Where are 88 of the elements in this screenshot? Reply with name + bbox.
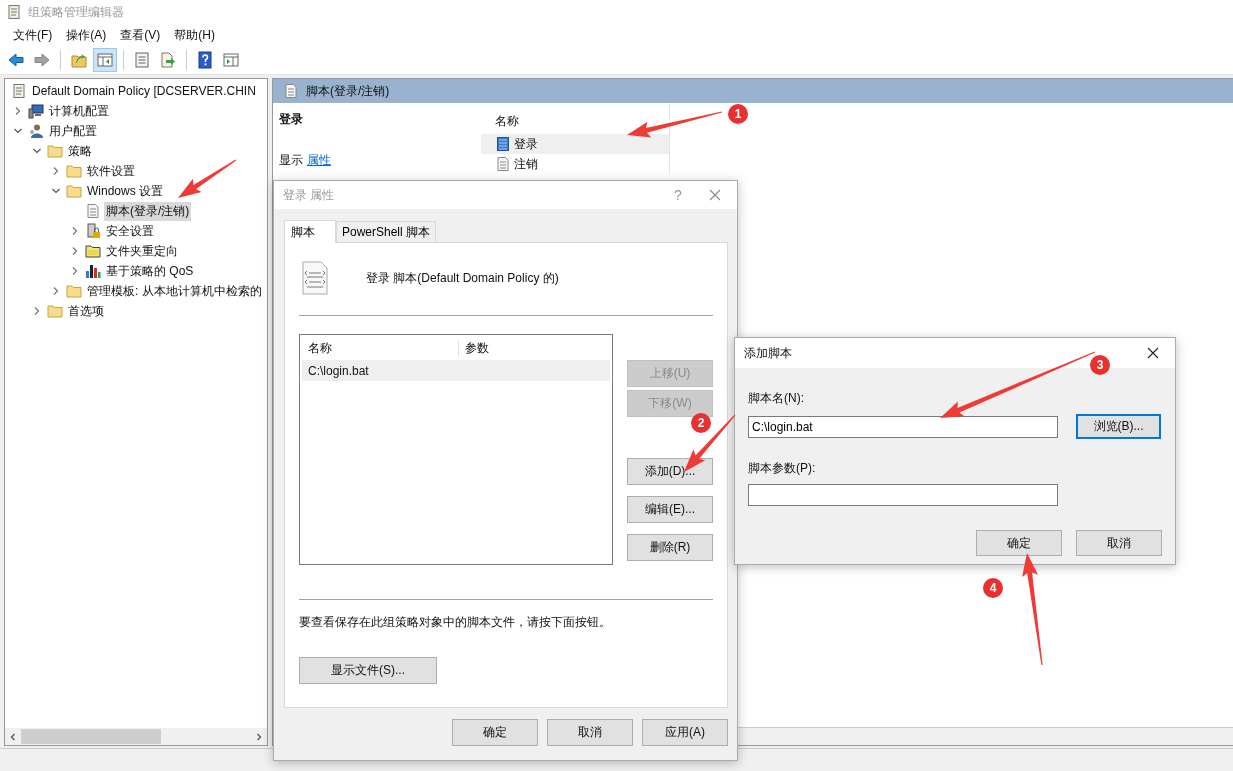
toolbar-button[interactable] [93, 48, 117, 72]
back-arrow-icon [7, 51, 25, 69]
tree-item[interactable]: 安全设置 [104, 221, 156, 241]
script-icon [495, 156, 511, 172]
menu-item[interactable]: 帮助(H) [167, 26, 222, 44]
list-item[interactable]: 注销 [481, 154, 669, 174]
dialog-button[interactable]: 取消 [547, 719, 633, 746]
dialog-button[interactable]: 编辑(E)... [627, 496, 713, 523]
user-icon [28, 123, 44, 139]
dialog-button[interactable]: 确定 [452, 719, 538, 746]
folder-icon [66, 183, 82, 199]
dialog-button[interactable]: 取消 [1076, 530, 1162, 556]
script-icon [495, 136, 511, 152]
help-icon [196, 51, 214, 69]
panel-icon [222, 51, 240, 69]
script-caption: 登录 脚本(Default Domain Policy 的) [366, 269, 559, 287]
chevron-right-icon[interactable] [13, 106, 23, 116]
dialog-button[interactable]: 确定 [976, 530, 1062, 556]
chevron-down-icon[interactable] [51, 186, 61, 196]
dialog-title: 登录 属性 [283, 186, 335, 204]
show-files-button[interactable]: 显示文件(S)... [299, 657, 437, 684]
script-file-icon [302, 261, 328, 295]
annotation-arrow [178, 159, 237, 198]
folder-icon [66, 283, 82, 299]
forward-arrow-icon [33, 51, 51, 69]
script-name-field[interactable]: C:\login.bat [748, 415, 1058, 438]
tree-item[interactable]: Default Domain Policy [DCSERVER.CHIN [30, 83, 258, 99]
tree-item[interactable]: 基于策略的 QoS [104, 261, 196, 281]
bar-chart-icon [85, 263, 101, 279]
chevron-right-icon[interactable] [70, 226, 80, 236]
folder-icon [66, 163, 82, 179]
script-icon [85, 203, 101, 219]
field-label: 脚本名(N): [748, 390, 805, 407]
list-item[interactable]: 登录 [481, 134, 669, 154]
scrollbar-thumb[interactable] [21, 729, 161, 744]
tree-item[interactable]: 软件设置 [85, 161, 137, 181]
item-heading: 登录 [279, 111, 304, 128]
tab[interactable]: PowerShell 脚本 [336, 221, 437, 242]
instruction-text: 要查看保存在此组策略对象中的脚本文件，请按下面按钮。 [299, 614, 612, 631]
window-title: 组策略管理编辑器 [28, 3, 124, 21]
folder-icon [85, 243, 101, 259]
tree-item[interactable]: Windows 设置 [85, 181, 165, 201]
tree-item[interactable]: 脚本(登录/注销) [104, 201, 192, 221]
computer-icon [28, 103, 44, 119]
menu-item[interactable]: 查看(V) [113, 26, 168, 44]
tree-item[interactable]: 策略 [66, 141, 94, 161]
chevron-down-icon[interactable] [13, 126, 23, 136]
column-header[interactable]: 名称 [481, 109, 669, 134]
tree-item[interactable]: 用户配置 [47, 121, 99, 141]
dialog-title: 添加脚本 [744, 344, 792, 362]
browse-button[interactable]: 浏览(B)... [1076, 414, 1161, 439]
properties-link[interactable]: 属性 [307, 152, 331, 169]
tree-item[interactable]: 首选项 [66, 301, 106, 321]
list-row[interactable]: C:\login.bat [302, 360, 610, 381]
chevron-right-icon[interactable] [70, 246, 80, 256]
tree-item[interactable]: 管理模板: 从本地计算机中检索的 [85, 281, 264, 301]
export-icon [159, 51, 177, 69]
dialog-button[interactable]: 删除(R) [627, 534, 713, 561]
horizontal-scrollbar[interactable] [5, 728, 267, 745]
close-icon [709, 189, 721, 201]
show-label: 显示 [279, 152, 303, 169]
scroll-icon [11, 83, 27, 99]
server-lock-icon [85, 223, 101, 239]
chevron-right-icon[interactable] [51, 166, 61, 176]
folder-icon [47, 143, 63, 159]
field-label: 脚本参数(P): [748, 460, 817, 477]
details-title: 脚本(登录/注销) [306, 82, 390, 100]
column-header[interactable]: 名称 [302, 339, 459, 357]
folder-icon [47, 303, 63, 319]
dialog-button[interactable]: 应用(A) [642, 719, 728, 746]
script-params-field[interactable] [748, 484, 1058, 506]
dialog-button[interactable]: 添加(D)... [627, 458, 713, 485]
panel-icon [96, 51, 114, 69]
tab[interactable]: 脚本 [284, 220, 336, 243]
tree-item[interactable]: 计算机配置 [47, 101, 111, 121]
script-icon [283, 83, 299, 99]
document-icon [133, 51, 151, 69]
chevron-right-icon[interactable] [51, 286, 61, 296]
menu-item[interactable]: 文件(F) [6, 26, 60, 44]
chevron-right-icon[interactable] [70, 266, 80, 276]
close-icon [1147, 347, 1159, 359]
scroll-icon [6, 4, 22, 20]
folder-up-icon [70, 51, 88, 69]
menu-item[interactable]: 操作(A) [59, 26, 114, 44]
column-header[interactable]: 参数 [459, 339, 489, 357]
chevron-right-icon[interactable] [32, 306, 42, 316]
chevron-down-icon[interactable] [32, 146, 42, 156]
tree-item[interactable]: 文件夹重定向 [104, 241, 180, 261]
